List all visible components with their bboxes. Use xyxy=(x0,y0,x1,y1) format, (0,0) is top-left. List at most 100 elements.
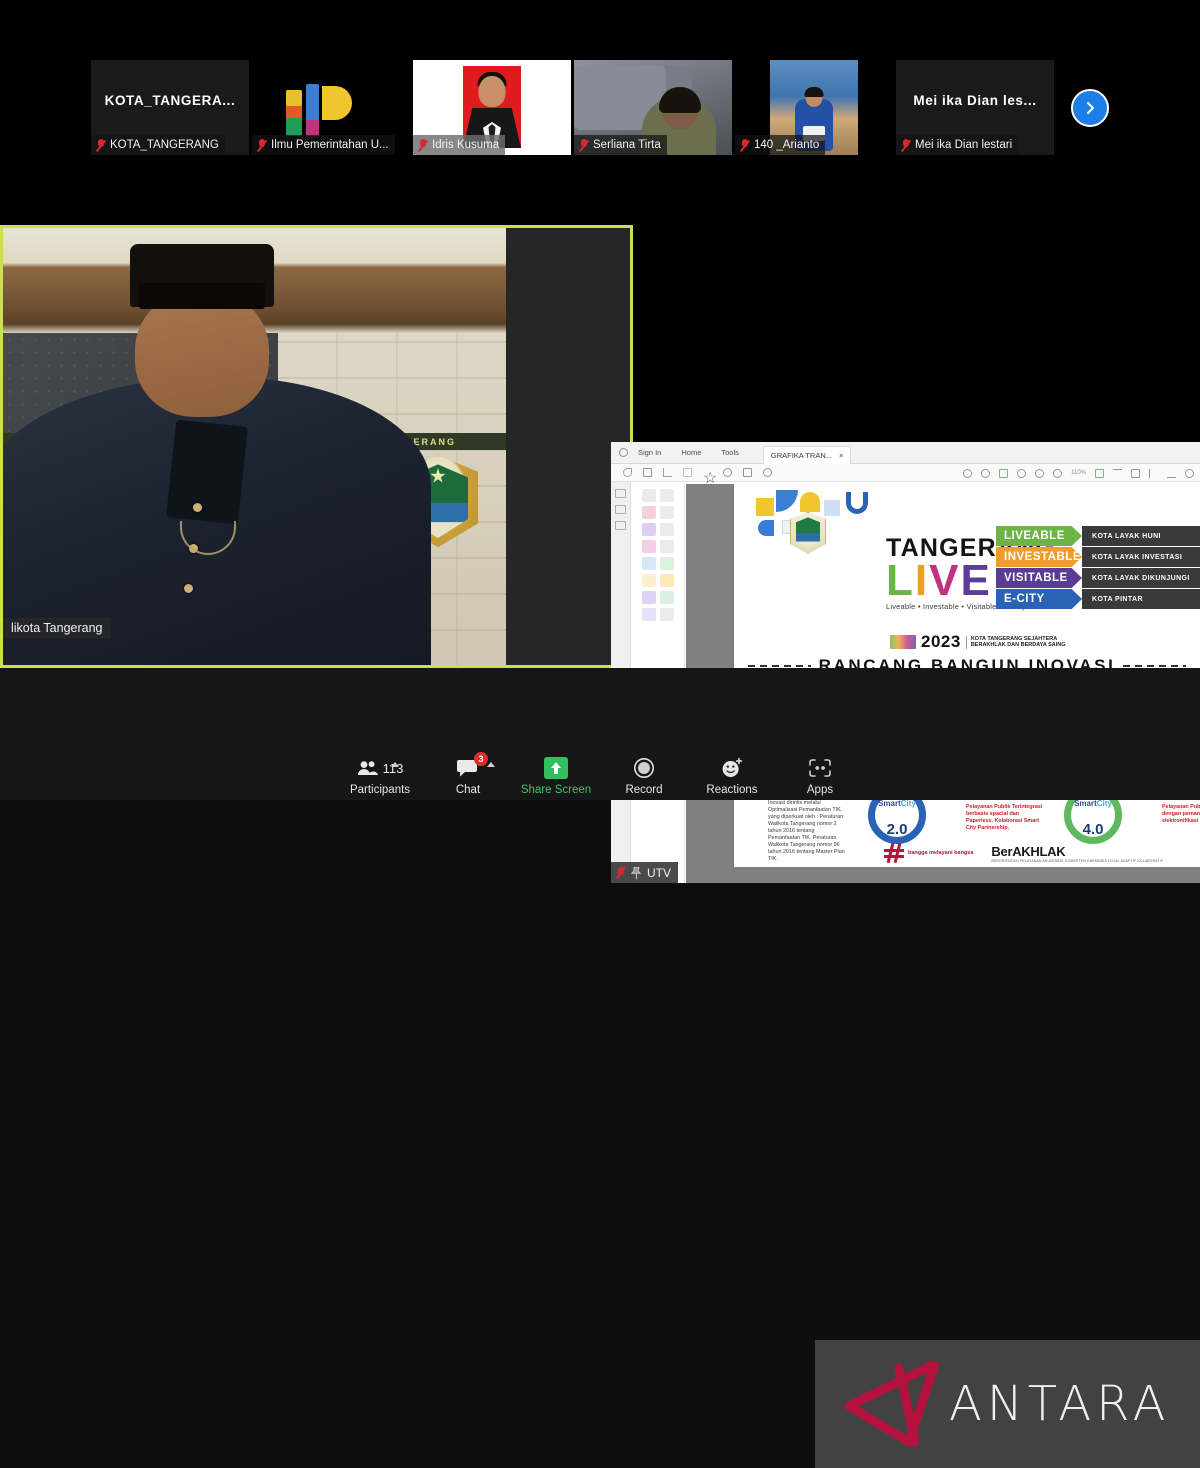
meeting-bottom-bar: 113 Participants 3 Chat Share Screen xyxy=(0,668,1200,800)
participant-thumbnail-ilmu-pemerintahan[interactable]: Ilmu Pemerintahan U... xyxy=(252,60,410,155)
thumbnail-panel-icon[interactable] xyxy=(615,489,626,498)
legend-row: VISITABLE KOTA LAYAK DIKUNJUNGI xyxy=(996,568,1200,588)
participant-name: 140 _Arianto xyxy=(754,139,819,151)
upload-cloud-icon[interactable] xyxy=(723,468,732,477)
shared-screen-tile[interactable]: Sign In Home Tools GRAFIKA TRAN... × ☆ xyxy=(611,442,1200,883)
shared-screen-label: UTV xyxy=(611,862,678,883)
participant-label: Idris Kusuma xyxy=(413,135,505,155)
attachment-panel-icon[interactable] xyxy=(615,521,626,530)
chat-button[interactable]: 3 Chat xyxy=(424,746,512,796)
document-tab-title: GRAFIKA TRAN... xyxy=(771,451,832,460)
search-icon[interactable] xyxy=(763,468,772,477)
redact-tool-icon[interactable] xyxy=(660,574,674,587)
participant-thumbnail-kota-tangerang[interactable]: KOTA_TANGERA... KOTA_TANGERANG xyxy=(91,60,249,155)
document-year-row: 2023 KOTA TANGERANG SEJAHTERA BERAKHLAK … xyxy=(890,632,1066,652)
chevron-up-icon[interactable] xyxy=(487,762,495,767)
share-up-arrow-icon xyxy=(544,756,568,780)
acrobat-menubar: Sign In Home Tools GRAFIKA TRAN... × xyxy=(611,442,1200,464)
record-label: Record xyxy=(625,784,662,796)
participant-thumbnail-serliana-tirta[interactable]: Serliana Tirta xyxy=(574,60,732,155)
berakhlak-subtitle: BERORIENTASI PELAYANAN AKUNTABEL KOMPETE… xyxy=(991,859,1163,863)
edit-pdf-tool-icon[interactable] xyxy=(642,523,656,536)
tangerang-live-mini-logo-icon xyxy=(890,635,916,649)
legend-key: VISITABLE xyxy=(996,568,1082,588)
zoom-in-icon[interactable] xyxy=(1053,469,1062,478)
participant-filmstrip: KOTA_TANGERA... KOTA_TANGERANG Ilmu Peme… xyxy=(0,0,1200,215)
participants-button[interactable]: 113 Participants xyxy=(336,746,424,796)
record-circle-icon xyxy=(633,756,655,780)
page-fit-icon[interactable] xyxy=(1095,469,1104,478)
organize-pages-tool-icon[interactable] xyxy=(660,557,674,570)
search-tool-icon[interactable] xyxy=(642,489,656,502)
save-icon[interactable] xyxy=(683,468,692,477)
reactions-button[interactable]: Reactions xyxy=(688,746,776,796)
participant-thumbnail-idris-kusuma[interactable]: Idris Kusuma xyxy=(413,60,571,155)
timeline-note-3: Pelayanan Publik Terintegrasi berbasis s… xyxy=(966,804,1044,832)
print-icon[interactable] xyxy=(743,468,752,477)
protect-tool-icon[interactable] xyxy=(660,540,674,553)
menu-tools[interactable]: Tools xyxy=(711,448,749,457)
record-button[interactable]: Record xyxy=(600,746,688,796)
fill-sign-icon[interactable] xyxy=(1167,469,1176,478)
timeline-note-5: Pelayanan Publik Terintegrasi dengan pem… xyxy=(1162,804,1200,825)
compress-pdf-tool-icon[interactable] xyxy=(642,574,656,587)
page-thumbnail-tool-icon[interactable] xyxy=(660,489,674,502)
active-speaker-tile[interactable]: KOTA TANGERANG likota Tangerang xyxy=(0,225,633,668)
close-icon[interactable]: × xyxy=(839,451,843,460)
user-avatar-icon xyxy=(619,448,628,457)
combine-files-tool-icon[interactable] xyxy=(642,557,656,570)
comment-icon[interactable] xyxy=(1131,469,1140,478)
document-tab[interactable]: GRAFIKA TRAN... × xyxy=(763,446,852,464)
cursor-select-icon[interactable] xyxy=(999,469,1008,478)
muted-mic-icon xyxy=(417,138,428,152)
participant-label: 140 _Arianto xyxy=(735,135,825,155)
apps-bracket-icon xyxy=(809,756,831,780)
hand-tool-icon[interactable] xyxy=(1017,469,1026,478)
email-icon[interactable] xyxy=(643,468,652,477)
muted-mic-icon xyxy=(95,138,106,152)
menu-sign-in[interactable]: Sign In xyxy=(628,448,671,457)
bookmark-panel-icon[interactable] xyxy=(615,505,626,514)
participant-name: Ilmu Pemerintahan U... xyxy=(271,139,389,151)
measure-tool-icon[interactable] xyxy=(660,608,674,621)
timeline-note-1: Inovasi dirintis melalui Optimalisasi Pe… xyxy=(768,800,846,863)
participant-thumbnail-arianto[interactable]: 140 _Arianto xyxy=(735,60,893,155)
bangga-melayani-bangsa-logo: bangga melayani bangsa xyxy=(884,843,973,863)
apps-button[interactable]: Apps xyxy=(776,746,864,796)
chat-bubble-icon: 3 xyxy=(457,756,479,780)
antara-watermark: ANTARA xyxy=(815,1340,1200,1468)
signature-icon[interactable] xyxy=(663,468,672,477)
participant-thumbnail-mei-ika-dian-lestari[interactable]: Mei ika Dian les... Mei ika Dian lestari xyxy=(896,60,1054,155)
share-screen-button[interactable]: Share Screen xyxy=(512,746,600,796)
export-pdf-tool-icon[interactable] xyxy=(642,540,656,553)
muted-mic-icon xyxy=(615,866,626,880)
chat-label: Chat xyxy=(456,784,480,796)
undo-icon[interactable] xyxy=(963,469,972,478)
redo-icon[interactable] xyxy=(981,469,990,478)
bookmark-tool-icon[interactable] xyxy=(660,506,674,519)
hash-mark-icon xyxy=(884,843,904,863)
filmstrip-next-button[interactable] xyxy=(1071,89,1109,127)
menu-home[interactable]: Home xyxy=(671,448,711,457)
highlight-pen-icon[interactable] xyxy=(1149,469,1158,478)
legend-value: KOTA LAYAK INVESTASI xyxy=(1082,547,1200,567)
star-icon[interactable]: ☆ xyxy=(703,468,712,477)
link-tool-icon[interactable] xyxy=(660,523,674,536)
fill-sign-tool-icon[interactable] xyxy=(642,591,656,604)
share-icon[interactable] xyxy=(623,468,632,477)
legend-value: KOTA LAYAK DIKUNJUNGI xyxy=(1082,568,1200,588)
more-tools-icon[interactable] xyxy=(1185,469,1194,478)
send-for-signature-tool-icon[interactable] xyxy=(660,591,674,604)
rotate-icon[interactable] xyxy=(1113,469,1122,478)
legend-value: KOTA PINTAR xyxy=(1082,589,1200,609)
smiley-plus-icon xyxy=(721,756,743,780)
pin-icon xyxy=(631,867,642,879)
zoom-out-icon[interactable] xyxy=(1035,469,1044,478)
chevron-up-icon[interactable] xyxy=(391,762,399,767)
stamp-tool-icon[interactable] xyxy=(642,608,656,621)
document-motto: KOTA TANGERANG SEJAHTERA BERAKHLAK DAN B… xyxy=(966,636,1066,649)
legend-row: LIVEABLE KOTA LAYAK HUNI xyxy=(996,526,1200,546)
participant-name: Idris Kusuma xyxy=(432,139,499,151)
create-pdf-tool-icon[interactable] xyxy=(642,506,656,519)
zoom-level[interactable]: 110% xyxy=(1071,470,1086,476)
